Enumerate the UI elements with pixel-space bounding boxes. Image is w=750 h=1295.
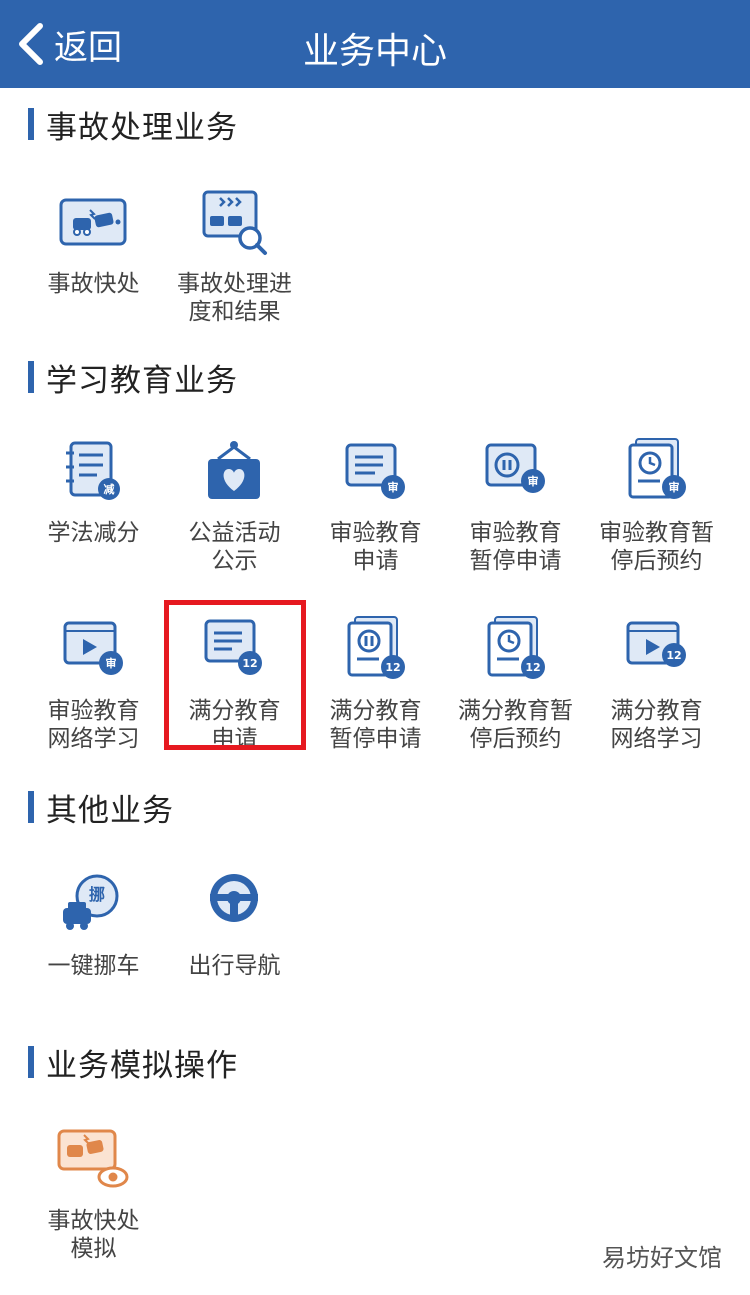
move-car-icon: 挪 bbox=[57, 870, 129, 942]
section-header: 业务模拟操作 bbox=[28, 1042, 238, 1084]
fullscore-clock-icon: 12 bbox=[479, 615, 551, 687]
car-crash-screen-icon bbox=[57, 188, 129, 260]
tile-label: 事故快处 bbox=[47, 271, 140, 297]
section-accent-bar bbox=[28, 1046, 34, 1078]
tile-study-fullscore-apply[interactable]: 12 满分教育 申请 bbox=[164, 615, 305, 765]
section-accent-bar bbox=[28, 108, 34, 140]
fullscore-video-icon: 12 bbox=[620, 615, 692, 687]
fullscore-pause-icon: 12 bbox=[339, 615, 411, 687]
review-clock-icon: 审 bbox=[620, 437, 692, 509]
tile-label: 审验教育 暂停申请 bbox=[469, 520, 562, 574]
section-header: 学习教育业务 bbox=[28, 357, 238, 399]
crash-simulation-icon bbox=[57, 1125, 129, 1197]
tile-label: 学法减分 bbox=[47, 520, 140, 546]
tile-label: 审验教育暂 停后预约 bbox=[599, 520, 714, 574]
tile-study-fullscore-pause[interactable]: 12 满分教育 暂停申请 bbox=[305, 615, 446, 765]
section-title: 学习教育业务 bbox=[46, 362, 238, 399]
icon-badge-text: 12 bbox=[525, 661, 540, 674]
tile-accident-progress[interactable]: 事故处理进 度和结果 bbox=[164, 188, 305, 338]
tile-other-navigation[interactable]: 出行导航 bbox=[164, 870, 305, 1020]
crash-search-icon bbox=[198, 188, 270, 260]
tile-study-review-apply[interactable]: 审 审验教育 申请 bbox=[305, 437, 446, 587]
tile-simulation-accident[interactable]: 事故快处 模拟 bbox=[23, 1125, 164, 1275]
tile-study-review-pause[interactable]: 审 审验教育 暂停申请 bbox=[445, 437, 586, 587]
tile-study-fullscore-appointment[interactable]: 12 满分教育暂 停后预约 bbox=[445, 615, 586, 765]
icon-badge-text: 审 bbox=[528, 474, 539, 488]
tile-label: 审验教育 网络学习 bbox=[47, 698, 140, 752]
icon-badge-text: 12 bbox=[666, 649, 681, 662]
review-document-icon: 审 bbox=[339, 437, 411, 509]
section-title: 其他业务 bbox=[46, 792, 174, 829]
steering-wheel-icon bbox=[198, 870, 270, 942]
tile-label: 公益活动 公示 bbox=[188, 520, 281, 574]
section-accent-bar bbox=[28, 361, 34, 393]
section-header: 事故处理业务 bbox=[28, 104, 238, 146]
icon-badge-text: 12 bbox=[385, 661, 400, 674]
icon-badge-text: 审 bbox=[669, 480, 680, 494]
review-pause-icon: 审 bbox=[479, 437, 551, 509]
icon-badge-text: 审 bbox=[106, 656, 117, 670]
section-accent-bar bbox=[28, 791, 34, 823]
notebook-reduce-icon: 减 bbox=[57, 437, 129, 509]
page-title: 业务中心 bbox=[302, 31, 447, 72]
nav-bar: 返回 业务中心 bbox=[0, 0, 750, 88]
watermark: 易坊好文馆 bbox=[602, 1244, 722, 1272]
tile-label: 满分教育 申请 bbox=[188, 698, 281, 752]
tile-study-review-appointment[interactable]: 审 审验教育暂 停后预约 bbox=[586, 437, 727, 587]
section-header: 其他业务 bbox=[28, 787, 174, 829]
tile-study-review-online[interactable]: 审 审验教育 网络学习 bbox=[23, 615, 164, 765]
tile-label: 满分教育暂 停后预约 bbox=[458, 698, 573, 752]
tile-label: 满分教育 网络学习 bbox=[610, 698, 703, 752]
tile-label: 审验教育 申请 bbox=[329, 520, 422, 574]
tile-study-reduce-points[interactable]: 减 学法减分 bbox=[23, 437, 164, 587]
tile-other-move-car[interactable]: 挪 一键挪车 bbox=[23, 870, 164, 1020]
icon-badge-text: 审 bbox=[388, 480, 399, 494]
review-video-icon: 审 bbox=[57, 615, 129, 687]
section-title: 事故处理业务 bbox=[46, 109, 238, 146]
tile-study-fullscore-online[interactable]: 12 满分教育 网络学习 bbox=[586, 615, 727, 765]
fullscore-document-icon: 12 bbox=[198, 615, 270, 687]
icon-badge-text: 减 bbox=[104, 482, 115, 496]
tile-label: 一键挪车 bbox=[47, 953, 140, 979]
icon-badge-text: 12 bbox=[242, 657, 257, 670]
section-title: 业务模拟操作 bbox=[46, 1047, 238, 1084]
icon-badge-text: 挪 bbox=[89, 885, 105, 904]
tile-study-charity[interactable]: 公益活动 公示 bbox=[164, 437, 305, 587]
tile-label: 事故快处 模拟 bbox=[47, 1208, 140, 1262]
tile-accident-quick[interactable]: 事故快处 bbox=[23, 188, 164, 338]
tile-label: 满分教育 暂停申请 bbox=[329, 698, 422, 752]
tile-label: 事故处理进 度和结果 bbox=[177, 271, 292, 325]
tile-label: 出行导航 bbox=[188, 953, 281, 979]
charity-board-icon bbox=[198, 437, 270, 509]
